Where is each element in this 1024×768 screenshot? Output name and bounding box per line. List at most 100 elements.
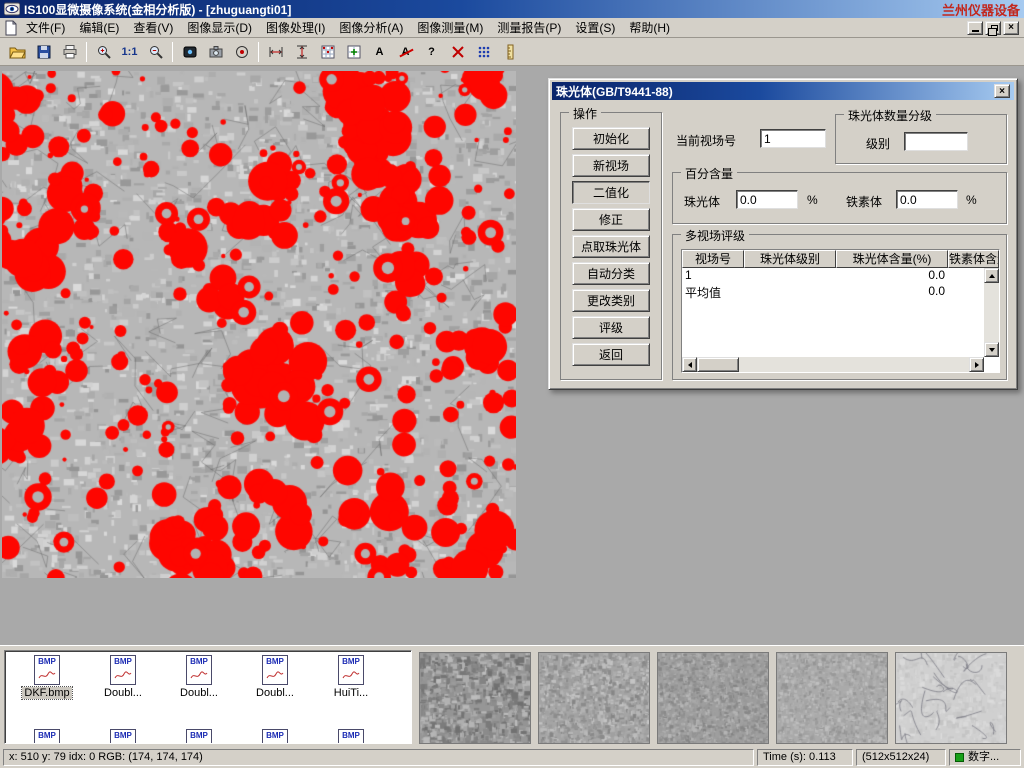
file-item[interactable]: BMP: [9, 729, 85, 744]
file-item[interactable]: BMP: [237, 729, 313, 744]
preview-button[interactable]: [177, 40, 202, 64]
file-name[interactable]: Doubl...: [254, 687, 296, 699]
file-name[interactable]: HuiTi...: [332, 687, 370, 699]
init-button[interactable]: 初始化: [572, 127, 650, 150]
save-button[interactable]: [31, 40, 56, 64]
col-header-grade[interactable]: 珠光体级别: [744, 250, 836, 268]
menu-help[interactable]: 帮助(H): [622, 17, 677, 38]
pearlite-percent-input[interactable]: [736, 190, 798, 209]
measure-horizontal-button[interactable]: [263, 40, 288, 64]
count-grid-icon: [320, 44, 336, 60]
file-name[interactable]: Doubl...: [102, 687, 144, 699]
change-class-button[interactable]: 更改类别: [572, 289, 650, 312]
file-item[interactable]: BMP Doubl...: [85, 655, 161, 702]
thumbnail-image[interactable]: [419, 652, 531, 744]
file-item[interactable]: BMP Doubl...: [237, 655, 313, 702]
pearlite-dialog: 珠光体(GB/T9441-88) × 操作 初始化 新视场 二值化 修正 点取珠…: [548, 78, 1018, 390]
status-time: Time (s): 0.113: [757, 749, 853, 766]
scroll-left-button[interactable]: [682, 357, 697, 372]
new-field-button[interactable]: 新视场: [572, 154, 650, 177]
mdi-window-controls: ×: [967, 21, 1021, 35]
scroll-down-button[interactable]: [984, 342, 999, 357]
file-item[interactable]: BMP: [85, 729, 161, 744]
point-grid-button[interactable]: [471, 40, 496, 64]
return-button[interactable]: 返回: [572, 343, 650, 366]
menu-image-display[interactable]: 图像显示(D): [180, 17, 259, 38]
document-icon[interactable]: [3, 20, 19, 36]
ruler-button[interactable]: [497, 40, 522, 64]
dialog-title-bar[interactable]: 珠光体(GB/T9441-88) ×: [552, 82, 1014, 100]
auto-classify-button[interactable]: 自动分类: [572, 262, 650, 285]
multi-field-group: 多视场评级 视场号 珠光体级别 珠光体含量(%) 铁素体含量 1 0.0: [672, 234, 1007, 380]
dialog-close-icon: ×: [999, 86, 1005, 97]
table-row[interactable]: 平均值 0.0: [682, 284, 999, 300]
dialog-close-button[interactable]: ×: [994, 84, 1010, 98]
binarize-button[interactable]: 二值化: [572, 181, 650, 204]
file-item[interactable]: BMP Doubl...: [161, 655, 237, 702]
count-grid-button[interactable]: [315, 40, 340, 64]
scroll-track[interactable]: [984, 283, 999, 342]
target-icon: [234, 44, 250, 60]
file-item[interactable]: BMP: [313, 729, 389, 744]
actual-size-button[interactable]: 1:1: [117, 40, 142, 64]
file-name[interactable]: Doubl...: [178, 687, 220, 699]
menu-settings[interactable]: 设置(S): [568, 17, 622, 38]
thumbnail-image[interactable]: [895, 652, 1007, 744]
menu-image-measure[interactable]: 图像测量(M): [410, 17, 490, 38]
print-button[interactable]: [57, 40, 82, 64]
open-file-button[interactable]: [5, 40, 30, 64]
file-name[interactable]: DKF.bmp: [22, 687, 71, 699]
capture-button[interactable]: [203, 40, 228, 64]
menu-bar: 文件(F) 编辑(E) 查看(V) 图像显示(D) 图像处理(I) 图像分析(A…: [0, 18, 1024, 38]
restore-button[interactable]: [985, 21, 1001, 35]
file-item[interactable]: BMP: [161, 729, 237, 744]
delete-selection-button[interactable]: [445, 40, 470, 64]
scroll-track[interactable]: [739, 357, 969, 372]
menu-measure-report[interactable]: 测量报告(P): [490, 17, 568, 38]
zoom-in-button[interactable]: [91, 40, 116, 64]
app-icon: [4, 1, 20, 17]
add-grid-button[interactable]: [341, 40, 366, 64]
thumbnail-image[interactable]: [776, 652, 888, 744]
scroll-thumb[interactable]: [697, 357, 739, 372]
add-grid-icon: [346, 44, 362, 60]
zoom-out-icon: [148, 44, 164, 60]
pick-pearlite-button[interactable]: 点取珠光体: [572, 235, 650, 258]
file-item[interactable]: BMP HuiTi...: [313, 655, 389, 702]
grade-input[interactable]: [904, 132, 968, 151]
col-header-ferrite[interactable]: 铁素体含量: [948, 250, 999, 268]
col-header-pearlite[interactable]: 珠光体含量(%): [836, 250, 948, 268]
minimize-button[interactable]: [967, 21, 983, 35]
menu-image-process[interactable]: 图像处理(I): [259, 17, 332, 38]
scroll-right-button[interactable]: [969, 357, 984, 372]
table-row[interactable]: 1 0.0: [682, 268, 999, 284]
table-cell: 0.0: [836, 284, 948, 300]
rate-button[interactable]: 评级: [572, 316, 650, 339]
zoom-out-button[interactable]: [143, 40, 168, 64]
file-item[interactable]: BMP DKF.bmp: [9, 655, 85, 702]
current-field-input[interactable]: [760, 129, 826, 148]
menu-view[interactable]: 查看(V): [126, 17, 180, 38]
scroll-up-button[interactable]: [984, 268, 999, 283]
measure-vertical-button[interactable]: [289, 40, 314, 64]
help-button[interactable]: ?: [419, 40, 444, 64]
target-button[interactable]: [229, 40, 254, 64]
specimen-image[interactable]: [2, 71, 516, 578]
vertical-scrollbar[interactable]: [984, 268, 999, 357]
thumbnail-image[interactable]: [538, 652, 650, 744]
col-header-field[interactable]: 视场号: [682, 250, 744, 268]
bmp-label: BMP: [340, 731, 362, 740]
table-header-row: 视场号 珠光体级别 珠光体含量(%) 铁素体含量: [682, 250, 999, 268]
menu-file[interactable]: 文件(F): [19, 17, 72, 38]
horizontal-scrollbar[interactable]: [682, 357, 984, 372]
menu-image-analysis[interactable]: 图像分析(A): [332, 17, 410, 38]
text-label-button[interactable]: A: [367, 40, 392, 64]
close-button[interactable]: ×: [1003, 21, 1019, 35]
menu-edit[interactable]: 编辑(E): [72, 17, 126, 38]
correct-button[interactable]: 修正: [572, 208, 650, 231]
thumbnail-image[interactable]: [657, 652, 769, 744]
ferrite-percent-input[interactable]: [896, 190, 958, 209]
percent-sign: %: [966, 193, 977, 207]
percent-group: 百分含量 珠光体 % 铁素体 %: [672, 172, 1007, 224]
text-delete-button[interactable]: A: [393, 40, 418, 64]
